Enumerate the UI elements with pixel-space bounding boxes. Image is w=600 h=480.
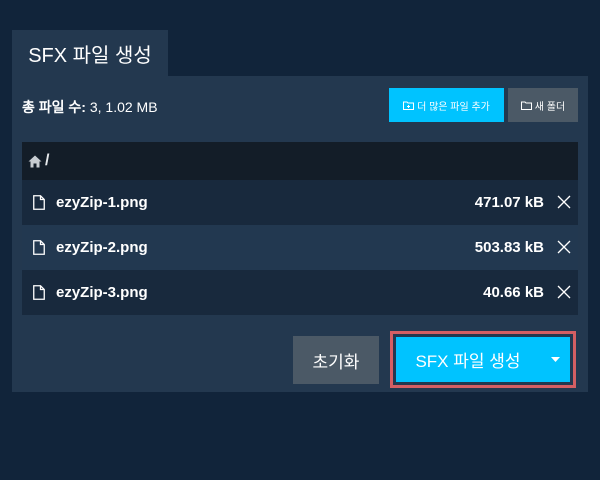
file-size: 40.66 kB [483,284,544,301]
breadcrumb: / [22,142,578,180]
breadcrumb-path[interactable]: / [45,152,49,170]
new-folder-button[interactable]: 새 폴더 [508,88,578,122]
home-icon[interactable] [28,155,42,168]
create-options-dropdown[interactable] [540,337,570,382]
file-icon [33,240,45,255]
close-icon[interactable] [556,284,572,300]
file-size: 471.07 kB [474,194,544,211]
file-row[interactable]: ezyZip-3.png 40.66 kB [22,270,578,315]
file-row[interactable]: ezyZip-2.png 503.83 kB [22,225,578,270]
file-name: ezyZip-1.png [56,194,148,211]
folder-icon [520,101,532,110]
close-icon[interactable] [556,194,572,210]
tab-sfx-create[interactable]: SFX 파일 생성 [12,30,168,76]
new-folder-label: 새 폴더 [534,101,566,113]
close-icon[interactable] [556,239,572,255]
file-row[interactable]: ezyZip-1.png 471.07 kB [22,180,578,225]
file-summary: 총 파일 수: 3, 1.02 MB [22,97,158,117]
file-list: ezyZip-1.png 471.07 kB ezyZip-2.png 503.… [22,180,578,315]
file-size: 503.83 kB [474,239,544,256]
file-count-value: 3, 1.02 MB [85,99,158,115]
reset-button[interactable]: 초기화 [293,336,379,384]
add-more-files-label: 더 많은 파일 추가 [417,101,490,113]
file-name: ezyZip-3.png [56,284,148,301]
main-panel: 총 파일 수: 3, 1.02 MB 더 많은 파일 추가 새 폴더 / ezy… [12,76,588,392]
caret-down-icon [550,357,560,362]
file-icon [33,195,45,210]
add-more-files-button[interactable]: 더 많은 파일 추가 [389,88,504,122]
file-count-label: 총 파일 수: [22,99,86,115]
folder-plus-icon [403,101,415,110]
create-sfx-button[interactable]: SFX 파일 생성 [396,337,540,382]
file-name: ezyZip-2.png [56,239,148,256]
file-icon [33,285,45,300]
